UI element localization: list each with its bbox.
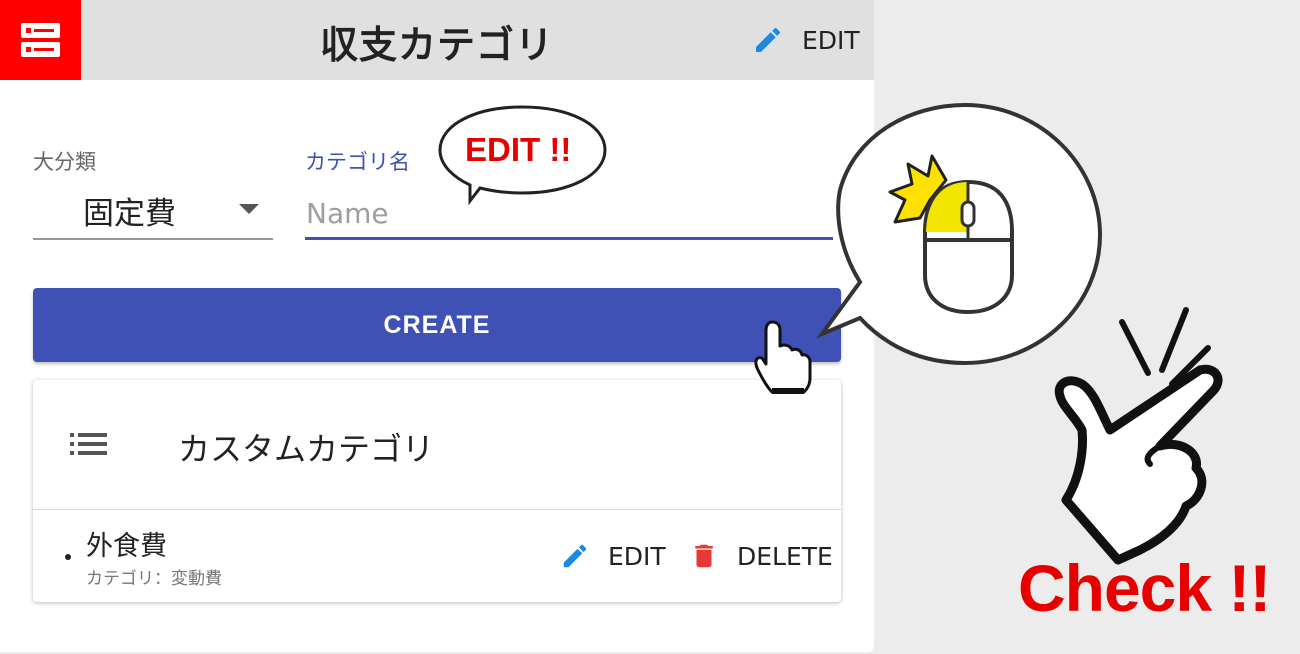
- mouse-icon: [923, 179, 1014, 315]
- mouse-speech-bubble: [816, 102, 1103, 366]
- check-annotation: Check !!: [1018, 551, 1271, 625]
- pointer-cursor-icon: [754, 320, 812, 394]
- edit-callout-text: EDIT !!: [465, 131, 572, 168]
- tap-hand-icon: [1054, 307, 1223, 565]
